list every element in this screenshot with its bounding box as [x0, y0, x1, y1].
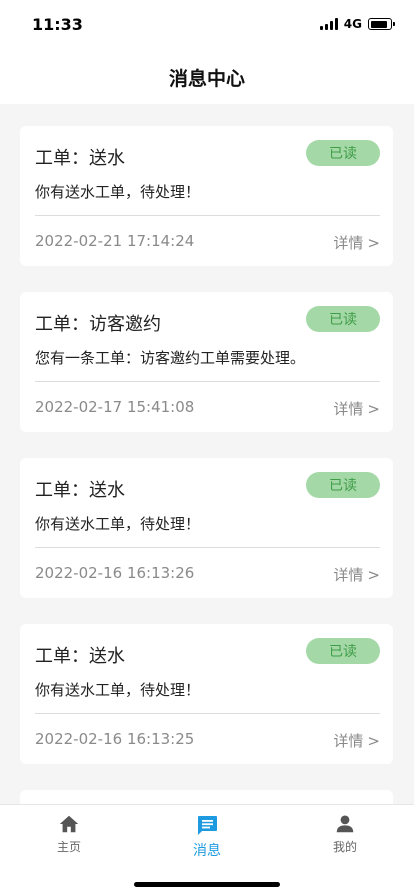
- message-description: 你有送水工单，待处理！: [35, 681, 201, 699]
- message-card[interactable]: 工单：送水 已读 你有送水工单，待处理！ 2022-02-21 17:14:24…: [20, 126, 393, 266]
- tab-bar: 主页 消息 我的: [0, 804, 414, 896]
- battery-level: [370, 20, 387, 28]
- detail-link[interactable]: 详情 >: [333, 564, 380, 585]
- home-indicator[interactable]: [134, 882, 280, 887]
- chevron-right-icon: >: [367, 565, 380, 584]
- tab-home[interactable]: 主页: [29, 813, 109, 861]
- divider: [35, 381, 380, 382]
- divider: [35, 215, 380, 216]
- message-title: 工单：访客邀约: [35, 314, 161, 335]
- status-badge: 已读: [306, 306, 380, 332]
- chevron-right-icon: >: [367, 399, 380, 418]
- message-list[interactable]: 工单：送水 已读 你有送水工单，待处理！ 2022-02-21 17:14:24…: [0, 104, 414, 804]
- detail-link[interactable]: 详情 >: [333, 398, 380, 419]
- chevron-right-icon: >: [367, 233, 380, 252]
- tab-label: 我的: [332, 840, 357, 854]
- status-badge: 已读: [306, 638, 380, 664]
- tab-label: 消息: [193, 843, 221, 859]
- page-title: 消息中心: [168, 67, 245, 90]
- message-time: 2022-02-16 16:13:25: [35, 730, 195, 748]
- message-card-partial[interactable]: [20, 790, 393, 804]
- status-badge: 已读: [306, 472, 380, 498]
- nav-bar: 消息中心: [0, 50, 414, 104]
- message-card[interactable]: 工单：送水 已读 你有送水工单，待处理！ 2022-02-16 16:13:25…: [20, 624, 393, 764]
- chevron-right-icon: >: [367, 731, 380, 750]
- detail-label: 详情: [333, 400, 364, 418]
- tab-messages[interactable]: 消息: [167, 813, 247, 861]
- message-title: 工单：送水: [35, 480, 125, 501]
- status-time: 11:33: [32, 15, 83, 34]
- divider: [35, 713, 380, 714]
- network-type: 4G: [343, 17, 362, 31]
- message-time: 2022-02-16 16:13:26: [35, 564, 195, 582]
- tab-profile[interactable]: 我的: [305, 813, 385, 861]
- message-description: 你有送水工单，待处理！: [35, 183, 201, 201]
- user-icon: [336, 815, 354, 833]
- battery-icon: [368, 18, 395, 30]
- status-bar: 11:33 4G: [0, 0, 414, 50]
- message-card[interactable]: 工单：送水 已读 你有送水工单，待处理！ 2022-02-16 16:13:26…: [20, 458, 393, 598]
- message-icon: [198, 816, 217, 835]
- message-time: 2022-02-17 15:41:08: [35, 398, 195, 416]
- home-icon: [59, 815, 79, 833]
- message-title: 工单：送水: [35, 148, 125, 169]
- detail-link[interactable]: 详情 >: [333, 730, 380, 751]
- status-badge: 已读: [306, 140, 380, 166]
- divider: [35, 547, 380, 548]
- message-description: 您有一条工单：访客邀约工单需要处理。: [35, 349, 306, 367]
- detail-label: 详情: [333, 732, 364, 750]
- detail-link[interactable]: 详情 >: [333, 232, 380, 253]
- detail-label: 详情: [333, 234, 364, 252]
- message-title: 工单：送水: [35, 646, 125, 667]
- status-indicators: 4G: [319, 17, 395, 31]
- message-description: 你有送水工单，待处理！: [35, 515, 201, 533]
- tab-label: 主页: [56, 840, 81, 854]
- message-time: 2022-02-21 17:14:24: [35, 232, 195, 250]
- signal-icon: [319, 18, 338, 30]
- message-card[interactable]: 工单：访客邀约 已读 您有一条工单：访客邀约工单需要处理。 2022-02-17…: [20, 292, 393, 432]
- detail-label: 详情: [333, 566, 364, 584]
